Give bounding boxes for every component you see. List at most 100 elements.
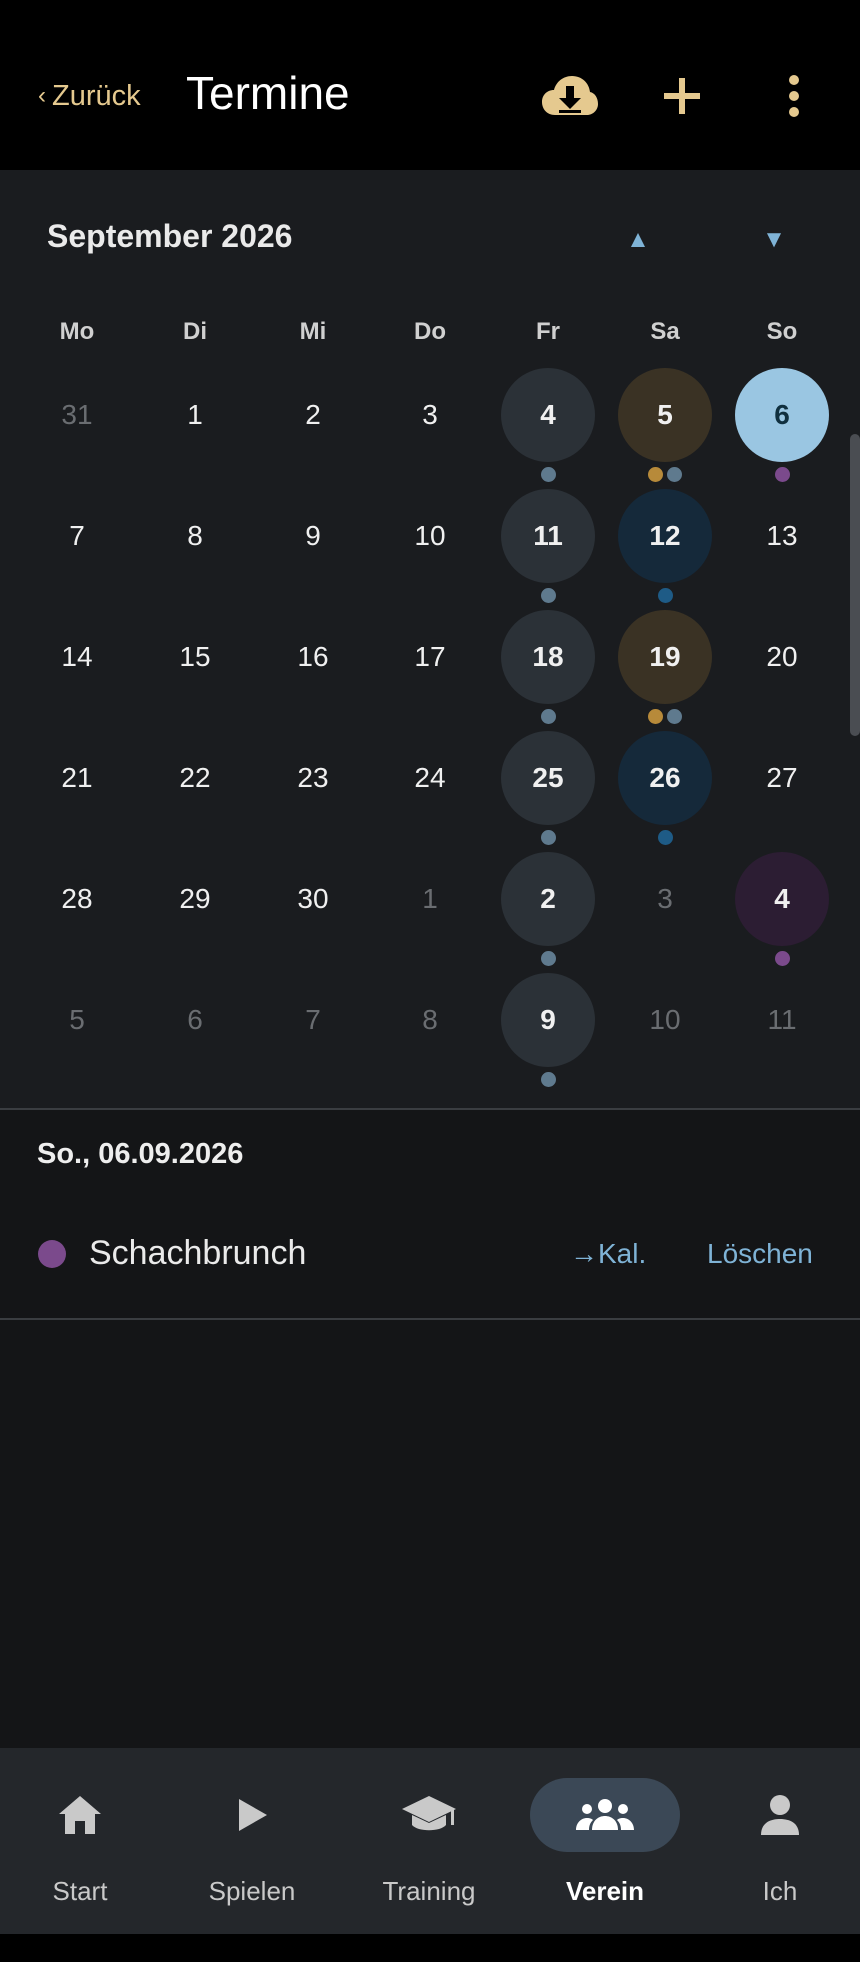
calendar-day[interactable]: 23	[266, 731, 360, 825]
calendar-day[interactable]: 18	[501, 610, 595, 704]
event-dot	[657, 588, 673, 603]
cloud-download-icon[interactable]	[540, 66, 600, 126]
month-calendar: September 2026 ▲ ▼ Mo Di Mi Do Fr Sa So 31 1 2 3 4…	[0, 170, 860, 1108]
event-dots	[540, 951, 556, 967]
calendar-day[interactable]: 8	[148, 489, 242, 583]
play-icon	[172, 1778, 332, 1852]
calendar-day[interactable]: 9	[501, 973, 595, 1067]
event-dot	[648, 467, 663, 482]
calendar-day[interactable]: 1	[148, 368, 242, 462]
nav-item-verein[interactable]: Verein	[510, 1778, 680, 1908]
event-dot	[540, 951, 556, 966]
weekday-label: Do	[414, 318, 446, 345]
divider	[0, 1318, 860, 1320]
calendar-day[interactable]: 31	[30, 368, 124, 462]
calendar-day[interactable]: 21	[30, 731, 124, 825]
calendar-day[interactable]: 2	[501, 852, 595, 946]
calendar-day[interactable]: 7	[30, 489, 124, 583]
calendar-day[interactable]: 9	[266, 489, 360, 583]
nav-item-ich[interactable]: Ich	[700, 1778, 860, 1908]
event-dot	[667, 709, 682, 724]
nav-item-start[interactable]: Start	[0, 1778, 160, 1908]
calendar-day-selected[interactable]: 6	[735, 368, 829, 462]
calendar-day[interactable]: 29	[148, 852, 242, 946]
event-name: Schachbrunch	[89, 1234, 307, 1272]
calendar-day[interactable]: 1	[383, 852, 477, 946]
calendar-day[interactable]: 11	[501, 489, 595, 583]
event-dots	[648, 709, 682, 725]
divider	[0, 1108, 860, 1110]
event-dots	[657, 830, 673, 846]
event-dots	[540, 588, 556, 604]
next-month-button[interactable]: ▼	[754, 220, 794, 260]
event-dots	[540, 830, 556, 846]
calendar-day[interactable]: 24	[383, 731, 477, 825]
bottom-navigation: Start Spielen Training Verein Ich	[0, 1748, 860, 1934]
calendar-day[interactable]: 10	[383, 489, 477, 583]
calendar-day[interactable]: 27	[735, 731, 829, 825]
back-label: Zurück	[52, 79, 141, 112]
add-to-calendar-link[interactable]: →Kal.	[570, 1238, 646, 1270]
event-dot	[657, 830, 673, 845]
event-dot	[540, 830, 556, 845]
scrollbar[interactable]	[850, 434, 860, 736]
calendar-day[interactable]: 16	[266, 610, 360, 704]
calendar-day[interactable]: 7	[266, 973, 360, 1067]
weekday-label: Sa	[650, 318, 680, 345]
weekday-label: So	[766, 318, 798, 345]
calendar-day[interactable]: 4	[501, 368, 595, 462]
calendar-day[interactable]: 10	[618, 973, 712, 1067]
previous-month-button[interactable]: ▲	[618, 220, 658, 260]
calendar-day[interactable]: 14	[30, 610, 124, 704]
calendar-day[interactable]: 2	[266, 368, 360, 462]
calendar-day[interactable]: 30	[266, 852, 360, 946]
nav-item-training[interactable]: Training	[349, 1778, 509, 1908]
calendar-day[interactable]: 5	[618, 368, 712, 462]
event-dot	[648, 709, 663, 724]
home-icon	[0, 1778, 160, 1852]
graduation-cap-icon	[349, 1778, 509, 1852]
nav-item-spielen[interactable]: Spielen	[172, 1778, 332, 1908]
event-dot	[540, 1072, 556, 1087]
event-dot	[774, 467, 790, 482]
event-dots	[648, 467, 682, 483]
event-dots	[774, 467, 790, 483]
back-button[interactable]: ‹ Zurück	[38, 76, 141, 116]
event-dot	[774, 951, 790, 966]
event-dot	[540, 709, 556, 724]
calendar-day[interactable]: 11	[735, 973, 829, 1067]
calendar-day[interactable]: 4	[735, 852, 829, 946]
calendar-day[interactable]: 6	[148, 973, 242, 1067]
calendar-day[interactable]: 12	[618, 489, 712, 583]
calendar-day[interactable]: 15	[148, 610, 242, 704]
plus-icon[interactable]	[652, 66, 712, 126]
calendar-day[interactable]: 28	[30, 852, 124, 946]
event-dots	[540, 1072, 556, 1088]
nav-label: Training	[382, 1876, 476, 1906]
event-row[interactable]: Schachbrunch →Kal. Löschen	[0, 1218, 860, 1288]
weekday-header: Mo Di Mi Do Fr Sa So	[0, 318, 860, 358]
weekday-label: Di	[183, 318, 207, 345]
delete-event-link[interactable]: Löschen	[707, 1238, 813, 1270]
calendar-day[interactable]: 13	[735, 489, 829, 583]
selected-date-label: So., 06.09.2026	[37, 1138, 244, 1170]
calendar-day[interactable]: 25	[501, 731, 595, 825]
calendar-day[interactable]: 19	[618, 610, 712, 704]
weekday-label: Mo	[59, 318, 95, 345]
more-vertical-icon[interactable]	[764, 66, 824, 126]
calendar-day[interactable]: 26	[618, 731, 712, 825]
calendar-day[interactable]: 3	[618, 852, 712, 946]
weekday-label: Mi	[299, 318, 327, 345]
top-app-bar: ‹ Zurück Termine	[0, 0, 860, 170]
calendar-day[interactable]: 3	[383, 368, 477, 462]
calendar-day[interactable]: 5	[30, 973, 124, 1067]
calendar-day[interactable]: 17	[383, 610, 477, 704]
calendar-day[interactable]: 20	[735, 610, 829, 704]
calendar-day[interactable]: 22	[148, 731, 242, 825]
nav-label: Verein	[565, 1876, 645, 1906]
nav-label: Ich	[762, 1876, 798, 1906]
page-title: Termine	[186, 67, 350, 119]
month-label: September 2026	[47, 218, 293, 254]
chevron-left-icon: ‹	[38, 82, 46, 109]
calendar-day[interactable]: 8	[383, 973, 477, 1067]
